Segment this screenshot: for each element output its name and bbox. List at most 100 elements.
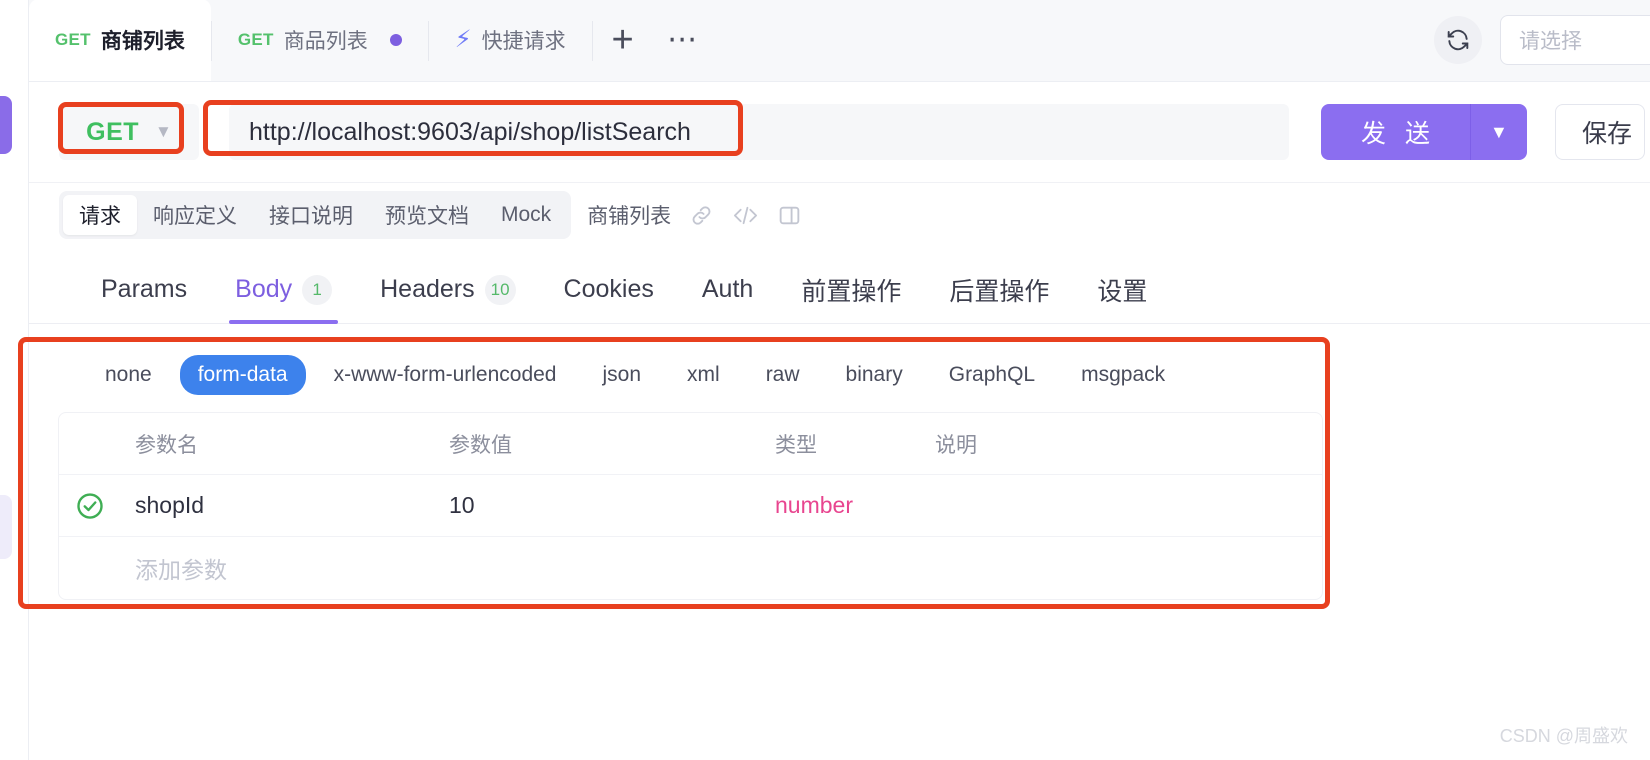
tab-body[interactable]: Body 1 — [211, 256, 356, 324]
request-url-bar: GET ▼ http://localhost:9603/api/shop/lis… — [29, 82, 1650, 183]
environment-select[interactable]: 请选择 — [1500, 15, 1650, 65]
body-type-raw[interactable]: raw — [748, 355, 818, 395]
segment-item-label: Mock — [501, 203, 552, 226]
segment-item-label: 预览文档 — [385, 205, 469, 228]
save-button-label: 保存 — [1581, 120, 1632, 148]
header-cell-name: 参数名 — [135, 433, 198, 457]
watermark-text: CSDN @周盛欢 — [1499, 726, 1628, 746]
send-button[interactable]: 发 送 — [1321, 104, 1470, 160]
tab-settings[interactable]: 设置 — [1073, 256, 1171, 324]
code-icon — [734, 206, 758, 224]
body-type-label: none — [105, 363, 152, 386]
tab-label: Cookies — [563, 275, 654, 303]
request-view-segment-row: 请求 响应定义 接口说明 预览文档 Mock 商铺列表 — [29, 186, 1650, 244]
body-type-graphql[interactable]: GraphQL — [931, 355, 1053, 395]
tab-headers[interactable]: Headers 10 — [356, 256, 539, 324]
table-row[interactable]: shopId 10 number — [59, 475, 1322, 537]
body-type-xml[interactable]: xml — [669, 355, 738, 395]
add-param-input[interactable]: 添加参数 — [121, 551, 449, 585]
segment-item-request[interactable]: 请求 — [63, 195, 137, 235]
environment-select-placeholder: 请选择 — [1519, 30, 1582, 53]
tab-post-operation[interactable]: 后置操作 — [925, 256, 1073, 324]
segment-item-label: 响应定义 — [153, 205, 237, 228]
tab-label: Headers — [380, 275, 475, 303]
tab-cookies[interactable]: Cookies — [540, 256, 678, 324]
send-button-group: 发 送 ▼ — [1321, 104, 1527, 160]
save-button[interactable]: 保存 — [1554, 104, 1645, 160]
body-type-none[interactable]: none — [87, 355, 170, 395]
tab-bar: GET 商铺列表 GET 商品列表 ⚡ 快捷请求 + ⋯ 请选择 — [29, 0, 1650, 82]
http-method-select[interactable]: GET ▼ — [59, 104, 199, 160]
bolt-icon: ⚡ — [454, 26, 472, 53]
body-type-form-data[interactable]: form-data — [179, 355, 306, 395]
code-icon-button[interactable] — [732, 203, 759, 228]
segment-item-label: 接口说明 — [269, 205, 353, 228]
request-view-segment: 请求 响应定义 接口说明 预览文档 Mock — [59, 191, 572, 239]
segment-item-preview-doc[interactable]: 预览文档 — [369, 195, 485, 235]
tab-label: Body — [235, 275, 293, 303]
send-button-label: 发 送 — [1361, 120, 1436, 148]
body-type-msgpack[interactable]: msgpack — [1063, 355, 1183, 395]
tab-badge-count: 10 — [484, 274, 516, 305]
body-type-label: json — [602, 363, 642, 386]
refresh-button[interactable] — [1434, 16, 1482, 64]
tab-label: 设置 — [1097, 277, 1148, 306]
body-type-label: raw — [765, 363, 800, 386]
tab-auth[interactable]: Auth — [678, 256, 777, 324]
body-type-binary[interactable]: binary — [828, 355, 921, 395]
segment-item-response-def[interactable]: 响应定义 — [137, 195, 253, 235]
header-cell-type: 类型 — [775, 433, 817, 457]
tab-label: 后置操作 — [949, 277, 1050, 306]
sidebar-item-stub-top[interactable] — [0, 96, 12, 154]
tab-badge-count: 1 — [302, 274, 333, 305]
check-circle-icon — [77, 492, 103, 519]
refresh-icon — [1447, 29, 1469, 51]
cell-param-name[interactable]: shopId — [121, 492, 449, 519]
tab-shop-list[interactable]: GET 商铺列表 — [29, 0, 211, 81]
tab-pre-operation[interactable]: 前置操作 — [777, 256, 925, 324]
tab-params[interactable]: Params — [77, 256, 211, 324]
tab-product-list[interactable]: GET 商品列表 — [212, 0, 428, 81]
send-options-button[interactable]: ▼ — [1469, 104, 1527, 160]
tab-title: 商铺列表 — [100, 30, 185, 53]
body-type-json[interactable]: json — [584, 355, 659, 395]
segment-item-api-desc[interactable]: 接口说明 — [253, 195, 369, 235]
body-type-x-www-form-urlencoded[interactable]: x-www-form-urlencoded — [316, 355, 575, 395]
tab-method-label: GET — [55, 30, 91, 49]
cell-param-type[interactable]: number — [775, 492, 935, 519]
url-input-value: http://localhost:9603/api/shop/listSearc… — [249, 117, 691, 146]
body-type-selector: none form-data x-www-form-urlencoded jso… — [29, 348, 1650, 402]
chevron-down-icon: ▼ — [1490, 121, 1508, 142]
body-type-label: form-data — [197, 363, 288, 386]
table-header-row: 参数名 参数值 类型 说明 — [59, 413, 1322, 475]
body-type-label: binary — [845, 363, 903, 386]
http-method-value: GET — [86, 117, 140, 146]
table-add-row[interactable]: 添加参数 — [59, 537, 1322, 599]
chevron-down-icon: ▼ — [155, 122, 172, 141]
link-icon-button[interactable] — [689, 203, 714, 228]
tab-more-button[interactable]: ⋯ — [653, 0, 713, 81]
body-type-label: x-www-form-urlencoded — [333, 363, 557, 386]
params-table: 参数名 参数值 类型 说明 shopId 10 number 添加参数 — [58, 412, 1323, 600]
plus-icon: + — [611, 19, 634, 61]
body-type-label: msgpack — [1081, 363, 1166, 386]
tab-method-label: GET — [237, 30, 274, 49]
more-horizontal-icon: ⋯ — [667, 23, 699, 56]
header-cell-desc: 说明 — [935, 433, 977, 457]
segment-item-mock[interactable]: Mock — [485, 195, 567, 235]
url-input[interactable]: http://localhost:9603/api/shop/listSearc… — [229, 104, 1289, 160]
add-tab-button[interactable]: + — [593, 0, 653, 81]
tab-title: 快捷请求 — [481, 30, 566, 53]
sidebar-item-stub-bottom[interactable] — [0, 495, 12, 559]
link-icon — [692, 205, 711, 225]
panel-icon — [779, 206, 800, 224]
cell-param-value[interactable]: 10 — [449, 492, 775, 519]
header-cell-value: 参数值 — [449, 433, 512, 457]
body-type-label: GraphQL — [948, 363, 1036, 386]
tab-label: 前置操作 — [801, 277, 902, 306]
tab-quick-request[interactable]: ⚡ 快捷请求 — [429, 0, 592, 81]
api-name-label: 商铺列表 — [587, 205, 672, 228]
body-type-label: xml — [687, 363, 720, 386]
row-checkbox[interactable] — [59, 491, 121, 521]
panel-layout-icon-button[interactable] — [777, 203, 802, 228]
